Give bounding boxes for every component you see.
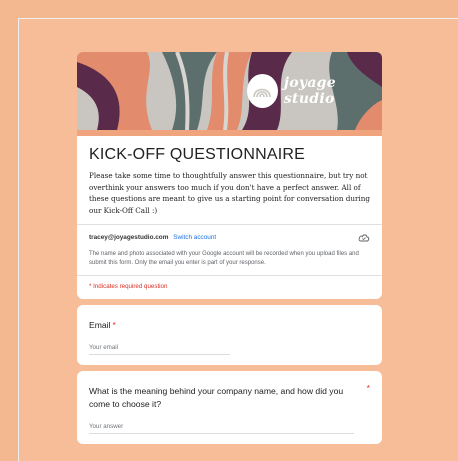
fingerprint-mark (253, 88, 272, 98)
form-title: KICK-OFF QUESTIONNAIRE (89, 146, 305, 163)
form-description: Please take some time to thoughtfully an… (89, 171, 370, 215)
joyage-logo-icon (247, 74, 278, 108)
email-field[interactable]: Your email (89, 344, 230, 356)
question-label: Email * (89, 319, 370, 332)
switch-account-link[interactable]: Switch account (173, 234, 216, 241)
question-card-company-name: What is the meaning behind your company … (77, 371, 382, 445)
brand-lockup: joyage studio (247, 74, 382, 108)
frame-tick-line (18, 439, 19, 461)
required-star: * (112, 320, 116, 331)
account-row: tracey@joyagestudio.com Switch account (77, 225, 382, 248)
answer-field[interactable]: Your answer (89, 423, 354, 435)
form-header-card: KICK-OFF QUESTIONNAIRE Please take some … (77, 130, 382, 300)
required-note: * Indicates required question (89, 283, 168, 291)
cloud-saved-icon (358, 234, 370, 242)
question-card-email: Email * Your email (77, 305, 382, 366)
required-star: * (366, 383, 370, 394)
header-banner: joyage studio (77, 52, 382, 130)
google-form: joyage studio KICK-OFF QUESTIONNAIRE Ple… (77, 52, 382, 445)
brand-name: joyage studio (283, 75, 336, 107)
frame-corner-line (452, 18, 458, 19)
question-text: What is the meaning behind your company … (89, 386, 344, 410)
account-notice: The name and photo associated with your … (89, 251, 359, 266)
account-email: tracey@joyagestudio.com (89, 234, 169, 241)
question-text: Email (89, 320, 111, 331)
